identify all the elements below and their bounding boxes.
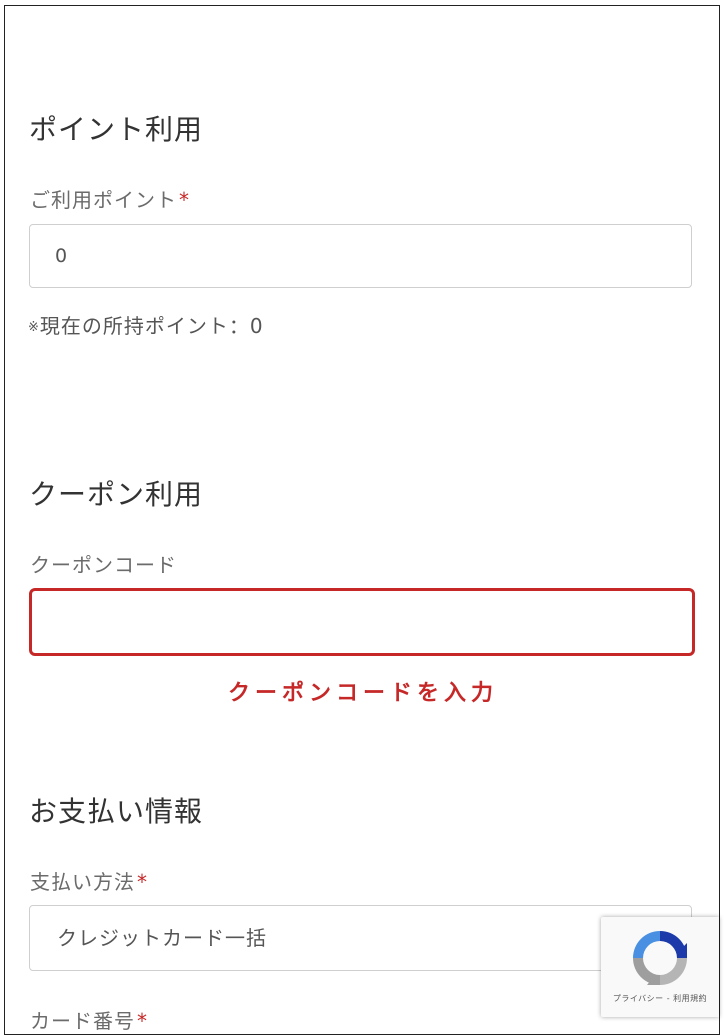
required-mark: * [137, 1009, 148, 1033]
coupon-error-message: クーポンコードを入力 [227, 681, 498, 706]
points-section-title: ポイント利用 [29, 113, 204, 146]
recaptcha-privacy-terms-links[interactable]: プライバシー - 利用規約 [601, 993, 719, 1004]
coupon-section-title: クーポン利用 [29, 478, 204, 511]
required-mark: * [137, 870, 148, 894]
current-points-text: 現在の所持ポイント：0 [39, 314, 264, 338]
recaptcha-badge[interactable]: プライバシー - 利用規約 [601, 917, 719, 1017]
payment-section-title: お支払い情報 [29, 795, 204, 828]
payment-method-label-text: 支払い方法 [30, 870, 135, 894]
required-mark: * [179, 188, 190, 212]
coupon-code-input[interactable] [29, 588, 695, 656]
current-points-note: ※現在の所持ポイント：0 [28, 310, 264, 339]
points-label-text: ご利用ポイント [30, 188, 177, 212]
payment-method-label: 支払い方法 * [30, 866, 148, 895]
coupon-code-label: クーポンコード [30, 553, 177, 577]
card-number-label-text: カード番号 [30, 1009, 135, 1033]
card-number-label: カード番号 * [30, 1005, 148, 1034]
points-field-label: ご利用ポイント * [30, 184, 190, 213]
payment-method-select[interactable]: クレジットカード一括 [29, 905, 692, 971]
recaptcha-logo-icon [633, 931, 687, 985]
note-mark: ※ [28, 320, 40, 335]
points-input[interactable] [29, 224, 692, 288]
